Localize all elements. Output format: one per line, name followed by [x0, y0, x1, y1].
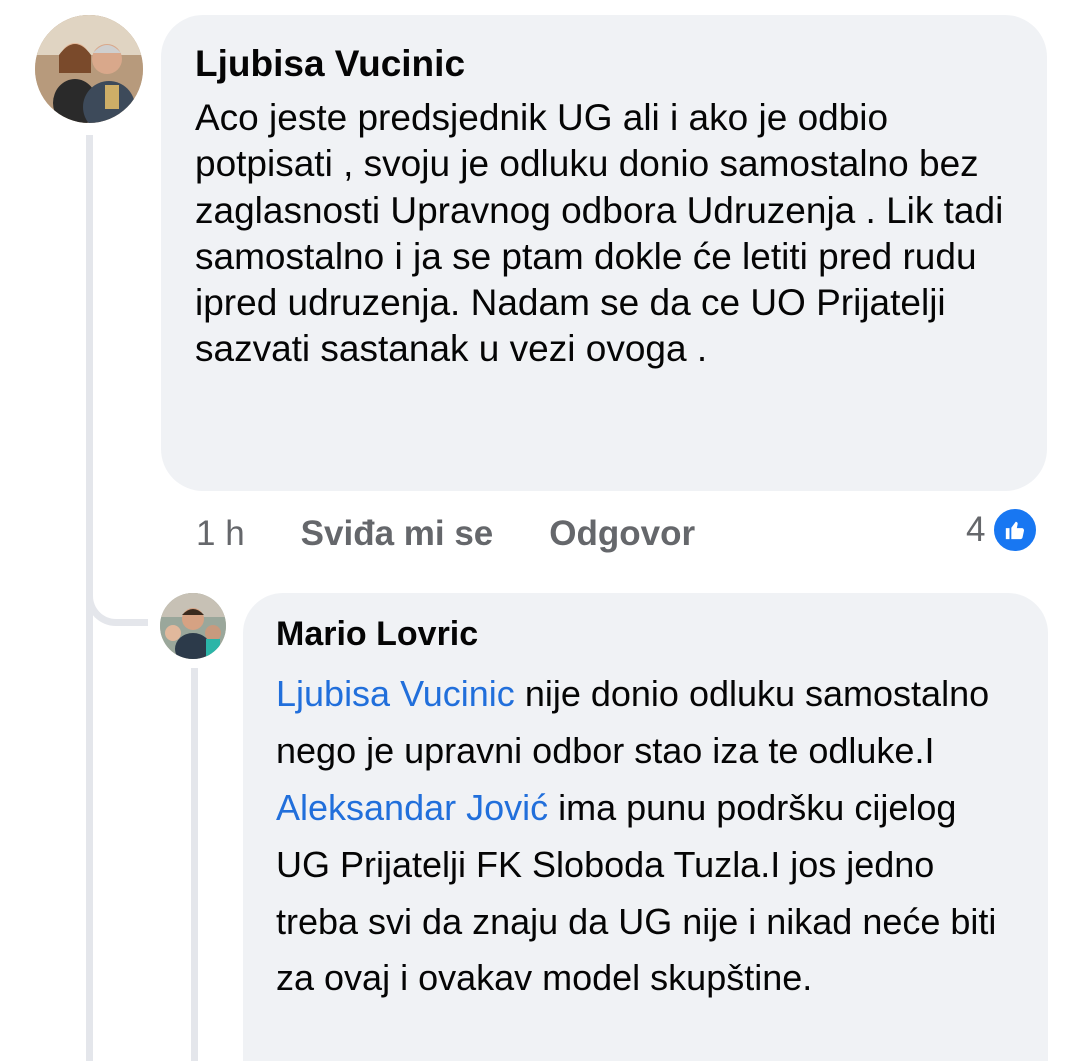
comment-author-1[interactable]: Ljubisa Vucinic — [195, 43, 1013, 85]
comment-actions-1: 1 h Sviđa mi se Odgovor — [196, 514, 695, 554]
comment-time-1[interactable]: 1 h — [196, 514, 245, 554]
comment-text-1: Aco jeste predsjednik UG ali i ako je od… — [195, 97, 1004, 370]
avatar-mario-lovric[interactable] — [160, 593, 226, 659]
reaction-summary-1[interactable]: 4 — [966, 506, 1040, 554]
thread-line-reply — [191, 668, 198, 1061]
reply-button-1[interactable]: Odgovor — [549, 514, 695, 554]
comment-text-2: Ljubisa Vucinic nije donio odluku samost… — [276, 666, 1016, 1007]
mention-ljubisa-vucinic[interactable]: Ljubisa Vucinic — [276, 673, 515, 714]
comment-author-2[interactable]: Mario Lovric — [276, 615, 1015, 654]
comment-bubble-1: Ljubisa Vucinic Aco jeste predsjednik UG… — [161, 15, 1047, 491]
avatar-ljubisa-vucinic[interactable] — [35, 15, 143, 123]
thread-connector-curve — [86, 560, 148, 626]
like-button-1[interactable]: Sviđa mi se — [301, 514, 494, 554]
comment-bubble-2: Mario Lovric Ljubisa Vucinic nije donio … — [243, 593, 1048, 1061]
reaction-count-1: 4 — [966, 510, 986, 549]
mention-aleksandar-jovic[interactable]: Aleksandar Jović — [276, 787, 548, 828]
thumbs-up-icon — [991, 506, 1040, 554]
